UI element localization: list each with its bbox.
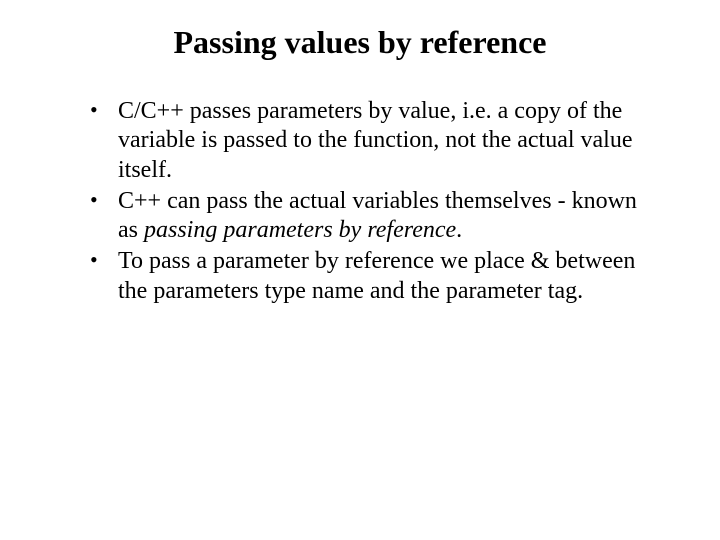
slide-title: Passing values by reference bbox=[60, 24, 660, 61]
bullet-list: C/C++ passes parameters by value, i.e. a… bbox=[60, 97, 660, 306]
bullet-text: C/C++ passes parameters by value, i.e. a… bbox=[118, 98, 633, 183]
slide: Passing values by reference C/C++ passes… bbox=[0, 0, 720, 540]
bullet-text: To pass a parameter by reference we plac… bbox=[118, 248, 635, 303]
bullet-item: To pass a parameter by reference we plac… bbox=[90, 247, 660, 306]
bullet-text: . bbox=[456, 217, 462, 243]
bullet-text: passing parameters by reference bbox=[144, 217, 456, 243]
bullet-item: C++ can pass the actual variables themse… bbox=[90, 187, 660, 246]
bullet-item: C/C++ passes parameters by value, i.e. a… bbox=[90, 97, 660, 185]
